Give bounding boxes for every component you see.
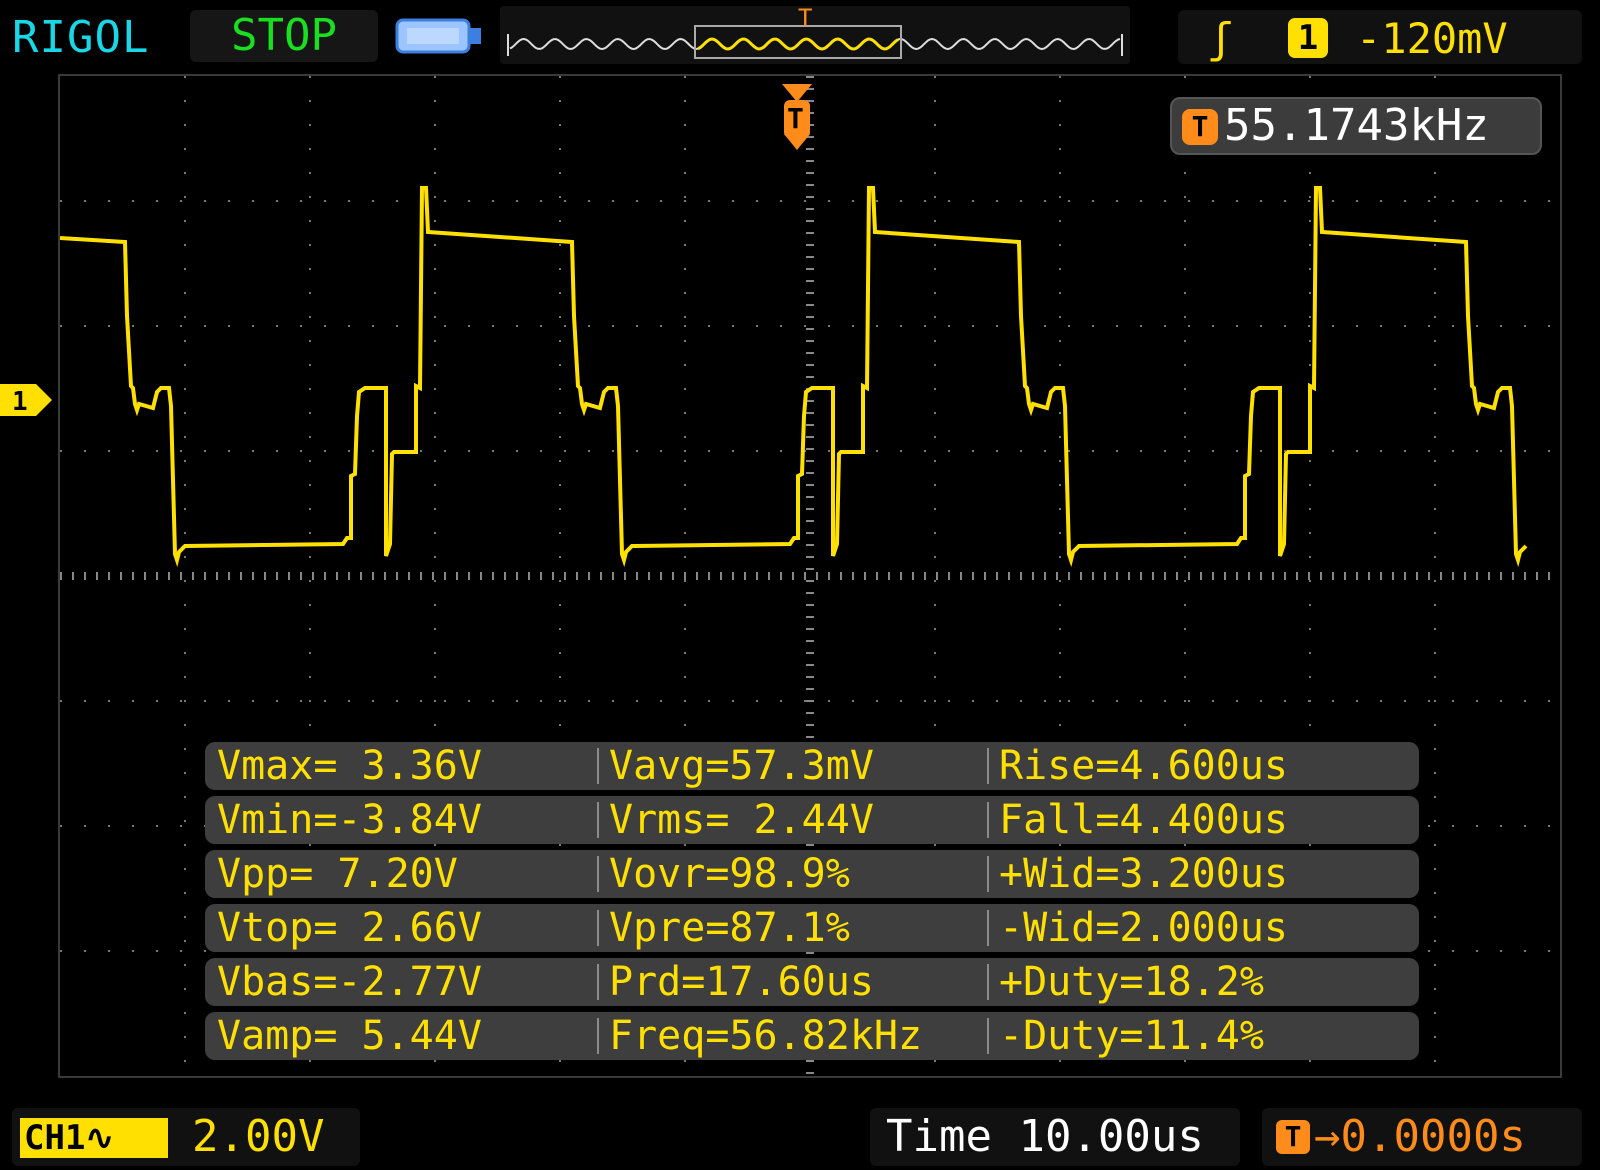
rising-edge-icon: ʃ [1208, 14, 1234, 63]
channel1-trace [60, 186, 1528, 568]
measurement-divider [597, 964, 599, 1000]
measurement-divider [987, 910, 989, 946]
memory-trigger-marker: T [798, 6, 812, 32]
measurement-value: -Wid=2.000us [999, 905, 1288, 951]
timebase-settings[interactable]: Time 10.00us [870, 1108, 1240, 1166]
measurement-value: Vmin=-3.84V [217, 797, 482, 843]
measurement-row: Vmin=-3.84V Vrms= 2.44V Fall=4.400us [205, 796, 1419, 844]
measurement-value: -Duty=11.4% [999, 1013, 1264, 1059]
channel1-vertical-scale: 2.00V [192, 1111, 325, 1162]
measurement-row: Vtop= 2.66V Vpre=87.1% -Wid=2.000us [205, 904, 1419, 952]
measurement-value: Vbas=-2.77V [217, 959, 482, 1005]
measurement-value: Freq=56.82kHz [609, 1013, 923, 1059]
channel1-ground-marker[interactable]: 1 [0, 382, 52, 418]
channel1-label: CH1∿ [20, 1118, 168, 1158]
measurement-divider [597, 910, 599, 946]
measurement-value: Rise=4.600us [999, 743, 1288, 789]
memory-waveform-overview[interactable]: T [500, 4, 1130, 64]
bottom-status-bar: CH1∿ 2.00V Time 10.00us T →0.0000s [0, 1096, 1600, 1170]
trigger-position-marker: T [782, 84, 812, 150]
trigger-settings[interactable]: ʃ 1 -120mV [1178, 10, 1582, 64]
run-status-indicator[interactable]: STOP [190, 10, 378, 62]
brand-logo: RIGOL [12, 12, 150, 63]
trigger-badge-icon: T [1182, 109, 1218, 145]
measurement-divider [987, 1018, 989, 1054]
measurement-divider [597, 1018, 599, 1054]
measurement-value: Vrms= 2.44V [609, 797, 874, 843]
measurement-row: Vmax= 3.36V Vavg=57.3mV Rise=4.600us [205, 742, 1419, 790]
trigger-marker-label: T [787, 102, 804, 135]
trigger-frequency-counter: T 55.1743kHz [1170, 97, 1542, 155]
measurement-panel: Vmax= 3.36V Vavg=57.3mV Rise=4.600us Vmin=-… [205, 742, 1419, 1060]
trigger-offset-value: →0.0000s [1314, 1111, 1526, 1162]
channel1-settings[interactable]: CH1∿ 2.00V [12, 1108, 360, 1166]
measurement-value: Prd=17.60us [609, 959, 874, 1005]
measurement-divider [597, 802, 599, 838]
measurement-row: Vamp= 5.44V Freq=56.82kHz -Duty=11.4% [205, 1012, 1419, 1060]
measurement-row: Vbas=-2.77V Prd=17.60us +Duty=18.2% [205, 958, 1419, 1006]
trigger-level: -120mV [1356, 14, 1508, 63]
trigger-offset-badge-icon: T [1276, 1120, 1310, 1154]
timebase-value: Time 10.00us [886, 1111, 1204, 1162]
top-status-bar: RIGOL STOP T ʃ 1 -120mV [0, 0, 1600, 70]
measurement-value: Vamp= 5.44V [217, 1013, 482, 1059]
measurement-value: Fall=4.400us [999, 797, 1288, 843]
measurement-value: Vovr=98.9% [609, 851, 850, 897]
trigger-frequency-value: 55.1743kHz [1224, 100, 1489, 151]
measurement-row: Vpp= 7.20V Vovr=98.9% +Wid=3.200us [205, 850, 1419, 898]
measurement-value: +Duty=18.2% [999, 959, 1264, 1005]
measurement-divider [597, 748, 599, 784]
measurement-divider [987, 802, 989, 838]
measurement-divider [987, 748, 989, 784]
trigger-source-badge: 1 [1288, 18, 1328, 58]
measurement-divider [987, 964, 989, 1000]
measurement-value: Vmax= 3.36V [217, 743, 482, 789]
measurement-value: Vtop= 2.66V [217, 905, 482, 951]
channel1-marker-label: 1 [12, 387, 28, 417]
measurement-value: Vpre=87.1% [609, 905, 850, 951]
measurement-value: Vpp= 7.20V [217, 851, 458, 897]
usb-battery-icon [395, 18, 481, 54]
trigger-offset-settings[interactable]: T →0.0000s [1262, 1108, 1582, 1166]
measurement-value: +Wid=3.200us [999, 851, 1288, 897]
measurement-divider [597, 856, 599, 892]
measurement-divider [987, 856, 989, 892]
measurement-value: Vavg=57.3mV [609, 743, 874, 789]
